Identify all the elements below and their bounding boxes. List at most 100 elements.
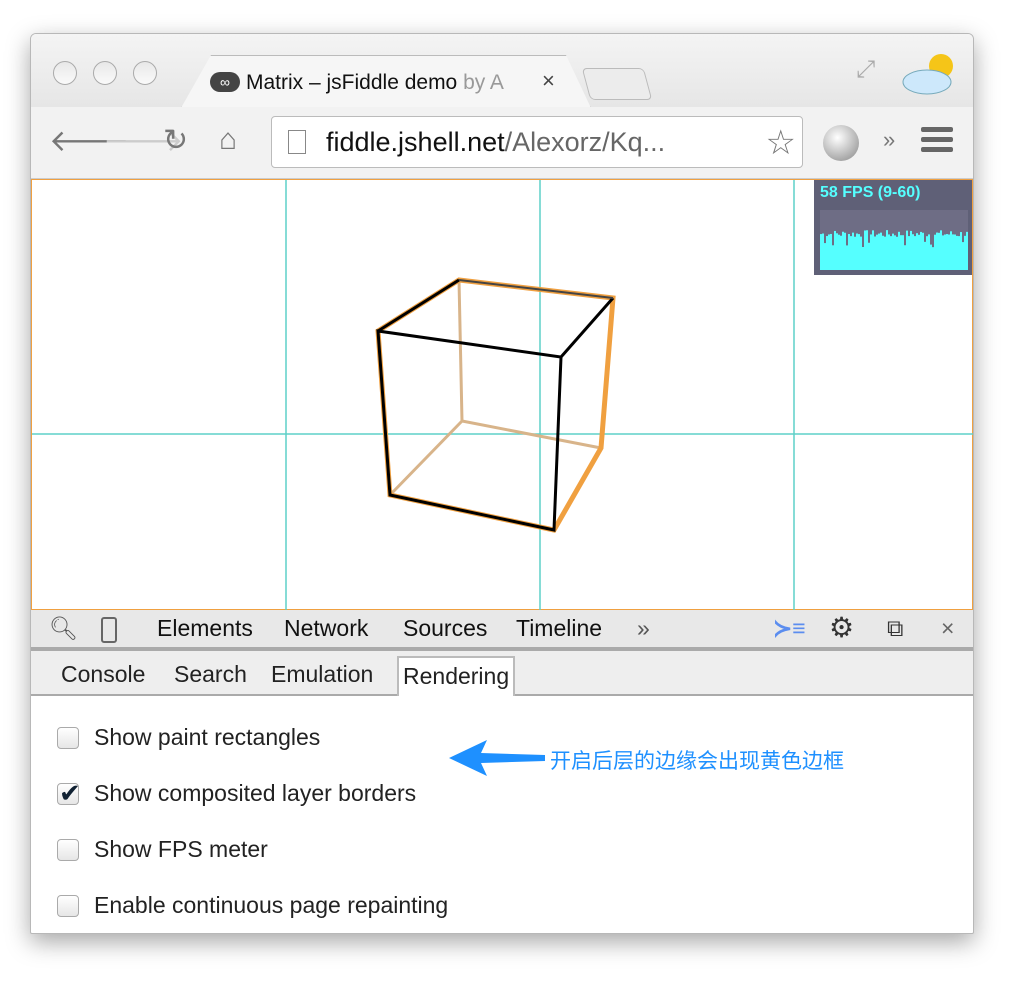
fps-bar [874,236,876,270]
gear-icon[interactable]: ⚙ [829,611,854,644]
fps-bar [888,234,890,270]
fps-bar [838,234,840,270]
tab-close-icon[interactable]: × [542,68,555,94]
option-row[interactable]: Enable continuous page repainting [57,892,448,919]
fps-bar [952,234,954,270]
fps-bar [854,236,856,270]
fps-bar [828,234,830,270]
fps-bar [868,242,870,270]
page-icon [288,130,306,154]
fps-bar [896,236,898,270]
tab-console[interactable]: Console [57,659,149,690]
tab-elements[interactable]: Elements [157,615,253,642]
fps-bar [942,235,944,270]
fps-bar [894,235,896,270]
fps-bar [912,234,914,270]
annotation-arrow [449,740,545,776]
option-label: Show composited layer borders [94,780,417,806]
fps-bar [930,244,932,270]
fps-bar [906,230,908,270]
fps-bar [962,242,964,270]
option-row[interactable]: Show FPS meter [57,836,268,863]
tab-title-fade: by A [463,71,504,94]
tab-timeline[interactable]: Timeline [516,615,602,642]
fps-bar [864,230,866,270]
menu-icon[interactable] [921,127,953,157]
fps-bar [850,236,852,270]
fps-bar [918,234,920,270]
tab-sources[interactable]: Sources [403,615,487,642]
fps-bar [834,230,836,270]
fps-bar [910,230,912,270]
device-mode-icon[interactable] [101,617,117,643]
fps-bar [936,232,938,270]
fps-bar [876,234,878,270]
fps-bar [914,236,916,270]
tab-rendering[interactable]: Rendering [397,656,516,696]
fps-bar [866,230,868,270]
option-label: Enable continuous page repainting [94,892,449,918]
bookmark-star-icon[interactable]: ☆ [766,123,796,163]
browser-tab[interactable]: ∞ Matrix – jsFiddle demo by A × [181,55,591,108]
more-extensions-icon[interactable]: » [883,127,895,153]
fps-bar [848,234,850,270]
weather-extension-icon[interactable] [901,52,957,96]
option-checkbox[interactable] [57,726,79,749]
fps-bar [886,230,888,270]
close-window-button[interactable] [53,61,77,85]
option-checkbox[interactable] [57,894,79,917]
tab-network[interactable]: Network [284,615,368,642]
fps-bar [820,234,822,270]
reload-icon[interactable]: ↻ [163,123,188,158]
minimize-window-button[interactable] [93,61,117,85]
option-row[interactable]: Show composited layer borders [57,778,417,809]
globe-extension-icon[interactable] [823,125,859,161]
fps-bar [882,235,884,270]
fps-bar [880,232,882,270]
drawer-tabs: Console Search Emulation Rendering [31,651,973,696]
new-tab-button[interactable] [581,68,653,100]
fps-bar [934,234,936,270]
option-label: Show FPS meter [94,836,268,862]
fps-bar [928,234,930,270]
more-tabs-icon[interactable]: » [637,615,650,642]
fps-bar [836,233,838,270]
search-icon[interactable]: 🔍︎ [49,615,78,642]
fps-meter: 58 FPS (9-60) [814,180,972,275]
fps-bar [846,245,848,270]
zoom-window-button[interactable] [133,61,157,85]
option-row[interactable]: Show paint rectangles [57,724,320,751]
fps-bar [902,235,904,270]
fps-bar [842,231,844,270]
fullscreen-icon[interactable]: ⤢ [856,56,875,84]
page-viewport: 58 FPS (9-60) [31,179,973,611]
fps-bar [916,233,918,270]
fps-bar [956,235,958,270]
close-icon[interactable]: × [941,615,954,642]
option-checkbox[interactable] [57,778,81,809]
option-label: Show paint rectangles [94,724,321,750]
url-path: /Alexorz/Kq... [504,127,666,157]
fps-bar [924,241,926,270]
fps-bar [944,234,946,270]
url-host: fiddle.jshell.net [326,127,505,157]
fps-bar [950,231,952,270]
dock-icon[interactable]: ⧉ [887,615,903,642]
fps-bar [964,235,966,270]
address-bar[interactable]: fiddle.jshell.net/Alexorz/Kq... ☆ [271,116,803,168]
fps-bar [966,231,968,270]
fps-bar [932,247,934,270]
fps-label: 58 FPS (9-60) [820,184,921,201]
option-checkbox[interactable] [57,838,79,861]
fps-bar [892,233,894,270]
fps-graph [820,210,968,270]
fps-bar [884,236,886,270]
console-drawer-icon[interactable]: ≻≡ [773,615,806,642]
tab-search[interactable]: Search [170,659,251,690]
tab-emulation[interactable]: Emulation [267,659,377,690]
fps-bar [862,246,864,270]
tab-strip: ∞ Matrix – jsFiddle demo by A × ⤢ [31,34,973,108]
fps-bar [832,245,834,270]
fps-bar [890,236,892,270]
home-icon[interactable]: ⌂ [219,123,237,157]
